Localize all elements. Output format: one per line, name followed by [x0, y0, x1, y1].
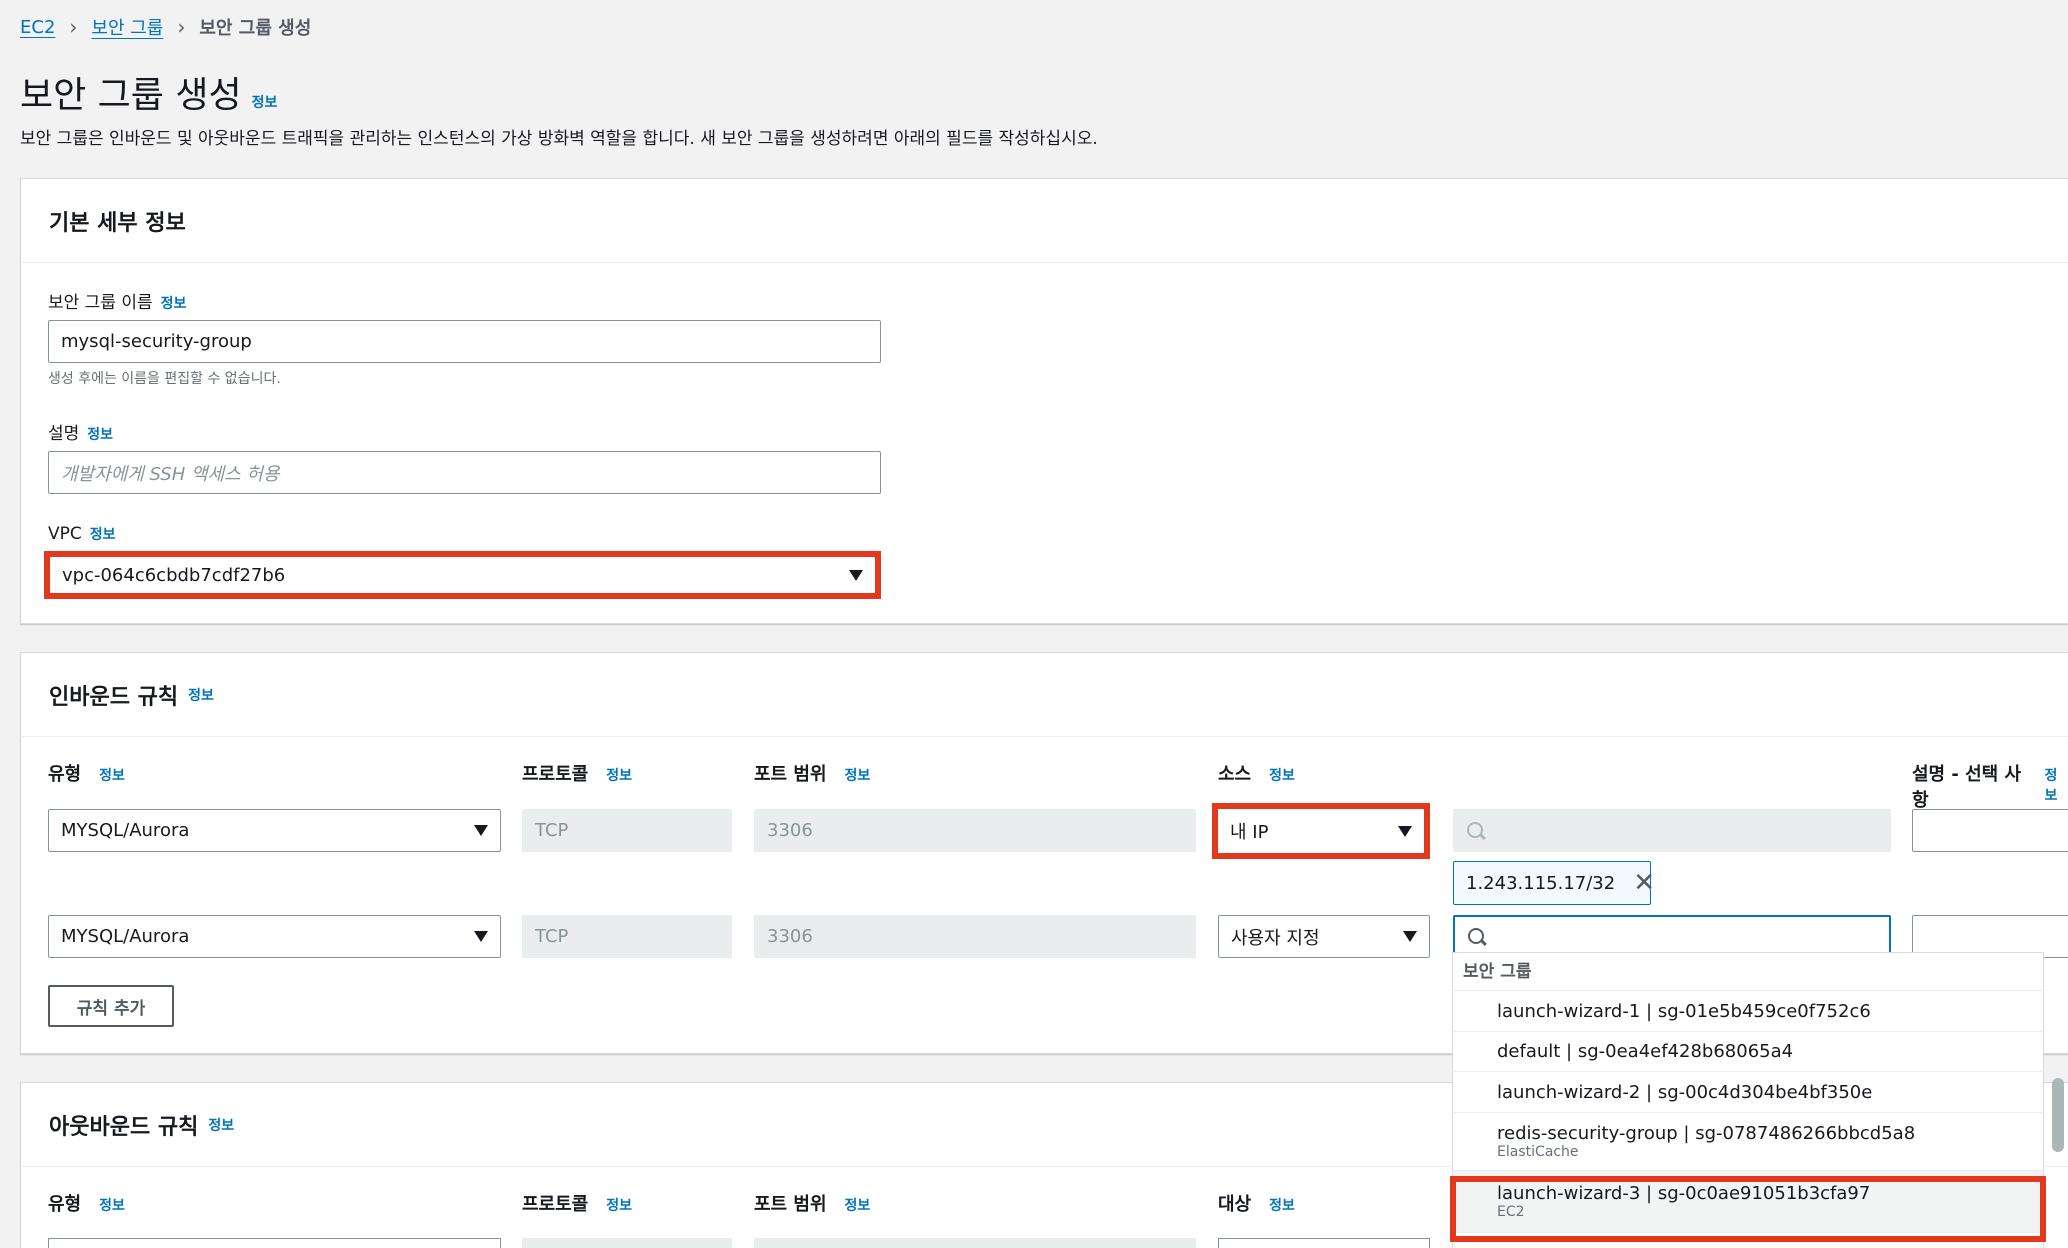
option-sublabel: ElastiCache [1497, 1144, 1579, 1160]
vpc-select[interactable]: vpc-064c6cbdb7cdf27b6 [50, 557, 875, 593]
rule2-type-value: MYSQL/Aurora [61, 926, 190, 947]
out-col-dest-info-link[interactable]: 정보 [1269, 1195, 1295, 1215]
rule1-source-select[interactable]: 내 IP [1218, 809, 1424, 853]
option-label: redis-security-group | sg-0787486266bbcd… [1497, 1123, 1916, 1144]
ip-token: 1.243.115.17/32 ✕ [1453, 861, 1655, 905]
col-type-label: 유형 [48, 764, 82, 785]
out-col-protocol-label: 프로토콜 [522, 1194, 589, 1215]
rule2-source-select[interactable]: 사용자 지정 [1218, 915, 1430, 958]
rule1-protocol-field: TCP [522, 809, 732, 852]
outbound-col-type: 유형 정보 [48, 1190, 125, 1216]
rule2-type-select[interactable]: MYSQL/Aurora [48, 915, 501, 958]
outbound-col-protocol: 프로토콜 정보 [522, 1190, 632, 1216]
out-col-port-label: 포트 범위 [754, 1194, 827, 1215]
rule2-port-field: 3306 [754, 915, 1196, 958]
col-protocol-label: 프로토콜 [522, 764, 589, 785]
vpc-select-value: vpc-064c6cbdb7cdf27b6 [62, 564, 286, 586]
description-input[interactable]: 개발자에게 SSH 액세스 허용 [48, 451, 881, 494]
chevron-right-icon: › [69, 15, 78, 39]
rule1-source-value: 내 IP [1230, 822, 1269, 843]
vpc-label: VPC [48, 524, 82, 544]
option-label: launch-wizard-1 | sg-01e5b459ce0f752c6 [1497, 1000, 1871, 1022]
ip-token-value: 1.243.115.17/32 [1466, 872, 1616, 894]
description-info-link[interactable]: 정보 [87, 424, 113, 444]
out-rule-type-select[interactable] [48, 1238, 501, 1248]
rule1-source-search[interactable] [1453, 809, 1891, 852]
sg-name-label: 보안 그룹 이름 [48, 293, 153, 313]
inbound-col-description: 설명 - 선택 사항 정보 [1912, 760, 2068, 812]
out-rule-port-field [754, 1238, 1196, 1248]
page-info-link[interactable]: 정보 [252, 92, 278, 112]
outbound-col-port: 포트 범위 정보 [754, 1190, 870, 1216]
inbound-rules-header: 인바운드 규칙 정보 [21, 653, 2068, 737]
rule1-port-field: 3306 [754, 809, 1196, 852]
col-port-info-link[interactable]: 정보 [845, 765, 871, 785]
rule2-protocol-field: TCP [522, 915, 732, 958]
inbound-col-source: 소스 정보 [1218, 760, 1295, 786]
col-source-info-link[interactable]: 정보 [1269, 765, 1295, 785]
page-title-row: 보안 그룹 생성 정보 [20, 66, 277, 118]
option-highlight-box [1450, 1176, 2046, 1242]
col-protocol-info-link[interactable]: 정보 [606, 765, 632, 785]
option-label: default | sg-0ea4ef428b68065a4 [1497, 1041, 1794, 1062]
page-description: 보안 그룹은 인바운드 및 아웃바운드 트래픽을 관리하는 인스턴스의 가상 방… [20, 129, 1098, 149]
col-description-info-link[interactable]: 정보 [2045, 765, 2068, 805]
vpc-label-row: VPC 정보 [48, 524, 116, 544]
sg-name-label-row: 보안 그룹 이름 정보 [48, 288, 186, 313]
breadcrumb-ec2-link[interactable]: EC2 [20, 17, 55, 38]
rule1-type-select[interactable]: MYSQL/Aurora [48, 809, 501, 852]
option-label: launch-wizard-2 | sg-00c4d304be4bf350e [1497, 1081, 1873, 1103]
vpc-info-link[interactable]: 정보 [90, 524, 116, 544]
out-col-port-info-link[interactable]: 정보 [845, 1195, 871, 1215]
chevron-right-icon: › [177, 15, 186, 39]
caret-down-icon [474, 825, 488, 836]
dropdown-option[interactable]: default | sg-0ea4ef428b68065a4 [1453, 1032, 2043, 1072]
basic-details-header: 기본 세부 정보 [21, 179, 2068, 263]
out-rule-protocol-field [522, 1238, 732, 1248]
col-description-label: 설명 - 선택 사항 [1912, 764, 2022, 811]
basic-details-heading: 기본 세부 정보 [49, 210, 186, 236]
rule1-type-value: MYSQL/Aurora [61, 820, 190, 841]
sg-name-info-link[interactable]: 정보 [161, 293, 187, 313]
out-col-type-label: 유형 [48, 1194, 82, 1215]
page-title: 보안 그룹 생성 [20, 75, 242, 116]
out-rule-dest-select[interactable] [1218, 1238, 1430, 1248]
outbound-col-dest: 대상 정보 [1218, 1190, 1295, 1216]
outbound-rules-heading: 아웃바운드 규칙 [49, 1114, 199, 1140]
caret-down-icon [474, 931, 488, 942]
col-source-label: 소스 [1218, 764, 1252, 785]
close-icon[interactable]: ✕ [1633, 870, 1655, 896]
search-icon [1466, 821, 1486, 841]
description-label: 설명 [48, 424, 80, 444]
rule2-source-value: 사용자 지정 [1231, 927, 1320, 949]
rule1-description-input[interactable] [1912, 809, 2068, 852]
out-col-type-info-link[interactable]: 정보 [99, 1195, 125, 1215]
out-col-dest-label: 대상 [1218, 1194, 1252, 1215]
caret-down-icon [1403, 931, 1417, 942]
search-icon [1467, 927, 1487, 947]
inbound-col-port: 포트 범위 정보 [754, 760, 870, 786]
inbound-info-link[interactable]: 정보 [188, 685, 214, 705]
breadcrumb-security-groups-link[interactable]: 보안 그룹 [91, 14, 163, 40]
dropdown-group-label: 보안 그룹 [1453, 953, 2043, 991]
description-label-row: 설명 정보 [48, 419, 113, 444]
breadcrumb-current: 보안 그룹 생성 [199, 18, 312, 39]
dropdown-scrollbar[interactable] [2052, 1078, 2064, 1152]
out-col-protocol-info-link[interactable]: 정보 [606, 1195, 632, 1215]
inbound-rules-heading: 인바운드 규칙 [49, 684, 179, 710]
breadcrumb: EC2 › 보안 그룹 › 보안 그룹 생성 [20, 14, 311, 40]
sg-name-hint: 생성 후에는 이름을 편집할 수 없습니다. [48, 371, 281, 387]
dropdown-option[interactable]: launch-wizard-1 | sg-01e5b459ce0f752c6 [1453, 991, 2043, 1032]
caret-down-icon [849, 569, 863, 581]
dropdown-option[interactable]: launch-wizard-2 | sg-00c4d304be4bf350e [1453, 1072, 2043, 1113]
col-port-label: 포트 범위 [754, 764, 827, 785]
sg-name-input[interactable]: mysql-security-group [48, 320, 881, 363]
outbound-info-link[interactable]: 정보 [208, 1115, 234, 1135]
caret-down-icon [1398, 825, 1412, 837]
col-type-info-link[interactable]: 정보 [99, 765, 125, 785]
inbound-col-protocol: 프로토콜 정보 [522, 760, 632, 786]
add-rule-button[interactable]: 규칙 추가 [48, 985, 174, 1027]
dropdown-option[interactable]: redis-security-group | sg-0787486266bbcd… [1453, 1113, 2043, 1171]
inbound-col-type: 유형 정보 [48, 760, 125, 786]
